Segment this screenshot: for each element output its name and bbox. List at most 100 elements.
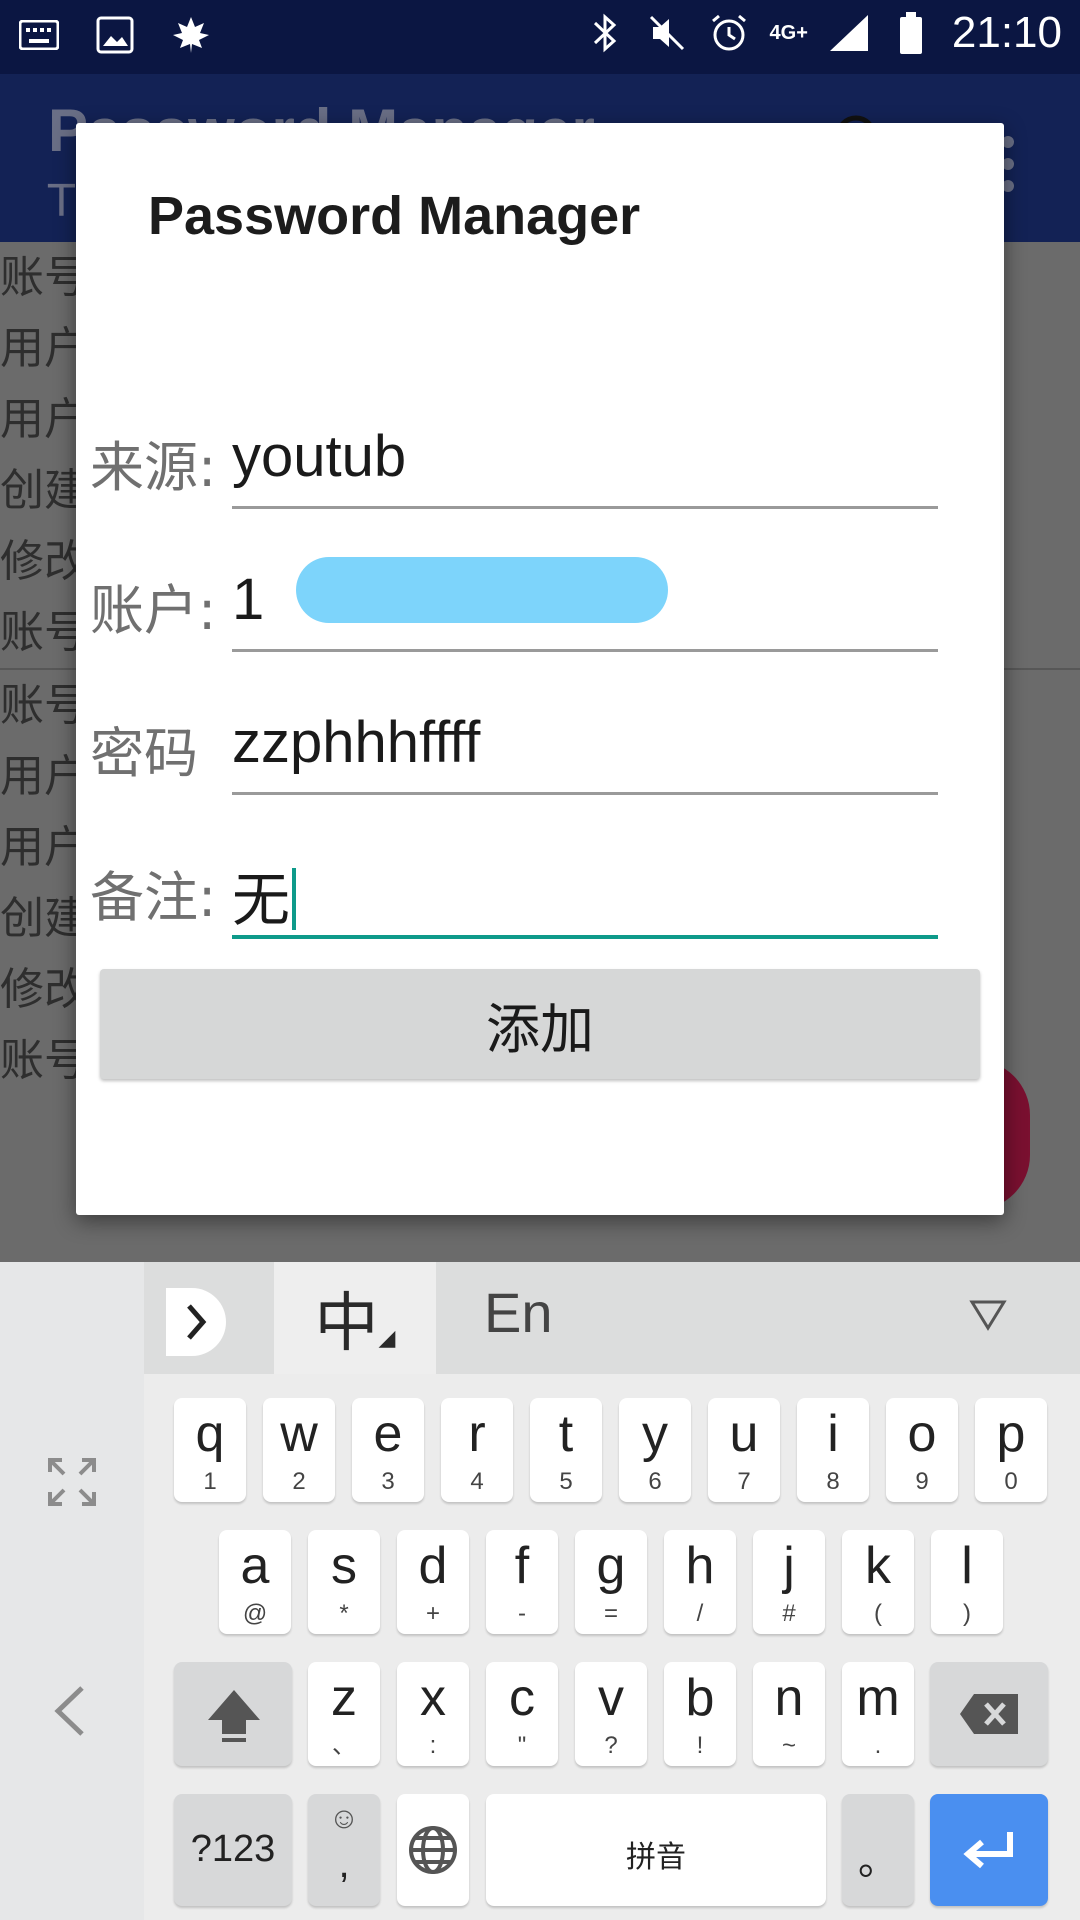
key-o[interactable]: o9 (886, 1398, 958, 1502)
emoji-icon: ☺ (328, 1802, 360, 1835)
key-c[interactable]: c " (486, 1662, 558, 1766)
key-r[interactable]: r4 (441, 1398, 513, 1502)
key-j[interactable]: j # (753, 1530, 825, 1634)
key-label: m (856, 1669, 900, 1727)
key-f[interactable]: f- (486, 1530, 558, 1634)
key-m[interactable]: m. (842, 1662, 914, 1766)
status-bar: 4G+ 21:10 (0, 0, 1080, 74)
account-underline (232, 649, 938, 652)
key-label: c (509, 1669, 535, 1727)
key-sublabel: 4 (470, 1468, 484, 1495)
english-mode-tab[interactable]: En (484, 1280, 553, 1345)
key-label: h (685, 1537, 715, 1595)
key-label: b (685, 1669, 715, 1727)
key-sublabel: ? (604, 1732, 618, 1759)
key-label: t (558, 1405, 574, 1463)
key-sublabel: ! (696, 1732, 704, 1759)
bluetooth-icon (584, 12, 626, 54)
key-t[interactable]: t5 (530, 1398, 602, 1502)
language-key[interactable] (397, 1794, 469, 1906)
key-label: 。 (858, 1839, 898, 1883)
key-sublabel: # (782, 1600, 796, 1627)
key-label: j (783, 1537, 795, 1595)
keyboard-icon (18, 14, 60, 56)
symbols-key[interactable]: ?123 (174, 1794, 292, 1906)
expand-toolbar-button[interactable] (166, 1288, 226, 1356)
mute-icon (646, 12, 688, 54)
note-field[interactable]: 备注: 无 (90, 843, 970, 953)
password-label: 密码 (90, 722, 198, 785)
keyboard-side-panel (0, 1262, 144, 1920)
password-input[interactable]: zzphhhffff (232, 709, 480, 776)
dialog-title: Password Manager (148, 186, 641, 246)
key-sublabel: " (517, 1732, 527, 1759)
key-label: x (420, 1669, 446, 1727)
globe-icon (409, 1826, 457, 1874)
key-s[interactable]: s * (308, 1530, 380, 1634)
space-key[interactable]: 拼音 (486, 1794, 826, 1906)
key-v[interactable]: v? (575, 1662, 647, 1766)
period-key[interactable]: 。 (842, 1794, 914, 1906)
image-icon (94, 14, 136, 56)
source-input[interactable]: youtub (232, 423, 406, 490)
key-n[interactable]: n ~ (753, 1662, 825, 1766)
chevron-left-icon[interactable] (52, 1684, 88, 1742)
key-label: k (865, 1537, 891, 1595)
add-button[interactable]: 添加 (100, 969, 980, 1079)
note-underline (232, 935, 938, 939)
redaction-mark (296, 557, 668, 623)
text-caret (292, 868, 297, 930)
key-p[interactable]: p0 (975, 1398, 1047, 1502)
alarm-icon (708, 12, 750, 54)
key-sublabel: 8 (826, 1468, 840, 1495)
key-z[interactable]: z、 (308, 1662, 380, 1766)
comma-key[interactable]: ☺ , (308, 1794, 380, 1906)
chinese-mode-label: 中 (314, 1287, 379, 1361)
key-k[interactable]: k( (842, 1530, 914, 1634)
expand-icon[interactable] (46, 1456, 98, 1512)
key-label: p (996, 1405, 1026, 1463)
leaf-icon (170, 14, 212, 56)
key-i[interactable]: i8 (797, 1398, 869, 1502)
key-l[interactable]: l) (931, 1530, 1003, 1634)
key-a[interactable]: a @ (219, 1530, 291, 1634)
key-sublabel: ) (963, 1600, 971, 1627)
key-label: e (373, 1405, 403, 1463)
key-label: w (280, 1405, 318, 1463)
account-input[interactable]: 1 (232, 566, 264, 633)
key-w[interactable]: w2 (263, 1398, 335, 1502)
backspace-icon (960, 1694, 1018, 1734)
key-sublabel: 6 (648, 1468, 662, 1495)
key-label: s (331, 1537, 357, 1595)
key-sublabel: : (429, 1732, 437, 1759)
note-input[interactable]: 无 (232, 868, 290, 933)
key-label: i (827, 1405, 839, 1463)
chinese-mode-tab[interactable]: 中 ◢ (274, 1262, 436, 1374)
key-q[interactable]: q1 (174, 1398, 246, 1502)
key-label: u (729, 1405, 759, 1463)
note-input-wrap[interactable]: 无 (232, 853, 297, 937)
key-d[interactable]: d + (397, 1530, 469, 1634)
key-sublabel: ( (874, 1600, 882, 1627)
key-x[interactable]: x: (397, 1662, 469, 1766)
enter-key[interactable] (930, 1794, 1048, 1906)
key-label: q (195, 1405, 225, 1463)
key-h[interactable]: h / (664, 1530, 736, 1634)
key-sublabel: 7 (737, 1468, 751, 1495)
key-label: v (598, 1669, 624, 1727)
collapse-keyboard-icon[interactable] (968, 1298, 1008, 1336)
key-y[interactable]: y6 (619, 1398, 691, 1502)
key-b[interactable]: b! (664, 1662, 736, 1766)
account-label: 账户: (90, 579, 217, 642)
key-g[interactable]: g = (575, 1530, 647, 1634)
source-field[interactable]: 来源: youtub (90, 413, 970, 523)
password-field[interactable]: 密码 zzphhhffff (90, 699, 970, 809)
key-e[interactable]: e3 (352, 1398, 424, 1502)
shift-key[interactable] (174, 1662, 292, 1766)
backspace-key[interactable] (930, 1662, 1048, 1766)
source-underline (232, 506, 938, 509)
key-label: n (774, 1669, 804, 1727)
corner-triangle-icon: ◢ (378, 1325, 396, 1351)
key-label: f (514, 1537, 530, 1595)
key-u[interactable]: u7 (708, 1398, 780, 1502)
